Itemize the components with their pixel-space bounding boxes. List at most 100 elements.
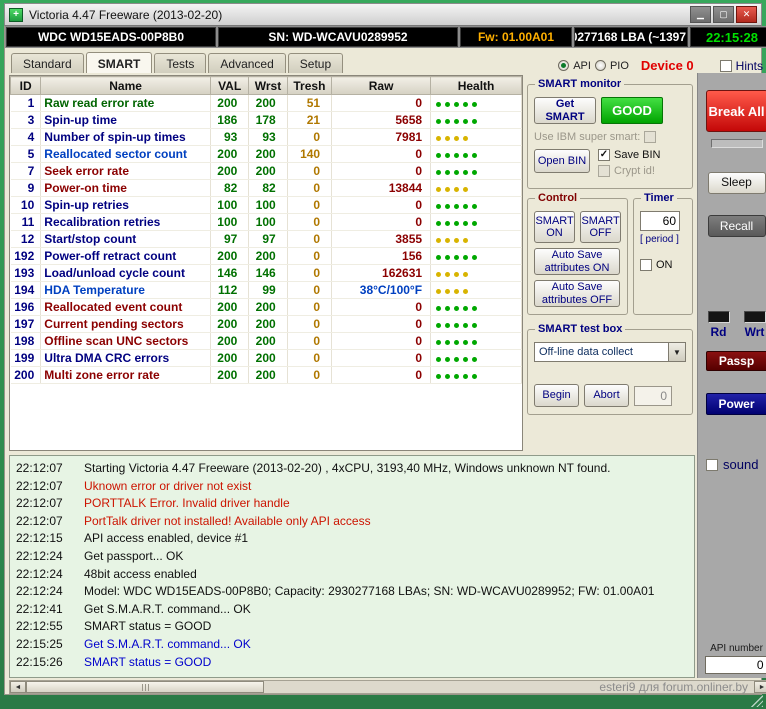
health-dot <box>454 255 460 260</box>
begin-test-button[interactable]: Begin <box>534 384 579 407</box>
log-time: 22:12:07 <box>16 478 63 493</box>
smart-test-box-label: SMART test box <box>535 323 626 335</box>
sleep-button[interactable]: Sleep <box>707 172 766 194</box>
log-text: PORTTALK Error. Invalid driver handle <box>84 496 290 511</box>
attr-id: 3 <box>10 111 42 129</box>
tab-advanced[interactable]: Advanced <box>208 53 286 73</box>
health-dot <box>472 323 478 328</box>
health-dot <box>436 238 442 243</box>
tab-standard[interactable]: Standard <box>11 53 84 73</box>
pio-radio[interactable] <box>594 60 606 71</box>
scrollbar-thumb[interactable] <box>26 681 264 693</box>
attr-id: 192 <box>10 247 42 265</box>
attr-val: 112 <box>210 281 250 299</box>
health-dot <box>463 323 469 328</box>
autosave-attributes-on-button[interactable]: Auto Save attributes ON <box>534 248 620 275</box>
attr-name: Power-off retract count <box>40 247 211 265</box>
attr-raw: 7981 <box>331 128 432 146</box>
health-dot <box>454 204 460 209</box>
open-bin-button[interactable]: Open BIN <box>534 149 590 173</box>
table-row[interactable]: 7 Seek error rate 200 200 0 0 <box>10 162 522 180</box>
smart-on-button[interactable]: SMART ON <box>534 211 575 243</box>
control-group-label: Control <box>535 192 581 204</box>
passport-button[interactable]: Passp <box>705 351 766 371</box>
minimize-button[interactable]: ▁ <box>690 6 711 23</box>
hints-checkbox[interactable] <box>719 60 732 72</box>
table-row[interactable]: 4 Number of spin-up times 93 93 0 7981 <box>10 128 522 146</box>
table-row[interactable]: 199 Ultra DMA CRC errors 200 200 0 0 <box>10 349 522 367</box>
close-button[interactable]: ✕ <box>736 6 757 23</box>
attr-id: 11 <box>10 213 42 231</box>
power-button[interactable]: Power <box>705 393 766 415</box>
health-dot <box>436 255 442 260</box>
title-bar[interactable]: + Victoria 4.47 Freeware (2013-02-20) ▁ … <box>4 3 762 26</box>
test-type-dropdown[interactable]: Off-line data collect ▼ <box>534 342 686 362</box>
health-dot <box>463 357 469 362</box>
tab-smart[interactable]: SMART <box>85 52 153 73</box>
smart-attributes-table: ID Name VAL Wrst Tresh Raw Health 1 Raw r… <box>9 75 523 451</box>
table-row[interactable]: 192 Power-off retract count 200 200 0 156 <box>10 247 522 265</box>
log-line: 22:12:07 Starting Victoria 4.47 Freeware … <box>12 460 692 478</box>
table-row[interactable]: 1 Raw read error rate 200 200 51 0 <box>10 94 522 112</box>
table-row[interactable]: 198 Offline scan UNC sectors 200 200 0 0 <box>10 332 522 350</box>
timer-on-checkbox[interactable] <box>640 259 652 271</box>
event-log: 22:12:07 Starting Victoria 4.47 Freeware … <box>9 455 695 678</box>
tab-bar: Standard SMART Tests Advanced Setup API … <box>5 48 766 73</box>
sound-checkbox[interactable] <box>706 458 718 471</box>
timer-period-input[interactable] <box>640 211 680 231</box>
recall-button[interactable]: Recall <box>707 215 766 237</box>
chevron-down-icon[interactable]: ▼ <box>668 343 685 361</box>
table-row[interactable]: 3 Spin-up time 186 178 21 5658 <box>10 111 522 129</box>
table-row[interactable]: 9 Power-on time 82 82 0 13844 <box>10 179 522 197</box>
health-dot <box>454 272 460 277</box>
table-row[interactable]: 196 Reallocated event count 200 200 0 0 <box>10 298 522 316</box>
api-radio[interactable] <box>558 60 570 71</box>
tab-tests[interactable]: Tests <box>154 53 207 73</box>
attr-val: 200 <box>210 349 250 367</box>
get-smart-button[interactable]: Get SMART <box>534 97 596 124</box>
smart-off-button[interactable]: SMART OFF <box>580 211 621 243</box>
attr-val: 200 <box>210 162 250 180</box>
table-row[interactable]: 12 Start/stop count 97 97 0 3855 <box>10 230 522 248</box>
attr-health <box>430 298 522 316</box>
table-row[interactable]: 200 Multi zone error rate 200 200 0 0 <box>10 366 522 384</box>
table-row[interactable]: 197 Current pending sectors 200 200 0 0 <box>10 315 522 333</box>
table-row[interactable]: 193 Load/unload cycle count 146 146 0 162631 <box>10 264 522 282</box>
health-dot <box>472 306 478 311</box>
table-row[interactable]: 11 Recalibration retries 100 100 0 0 <box>10 213 522 231</box>
attr-id: 4 <box>10 128 42 146</box>
table-row[interactable]: 5 Reallocated sector count 200 200 140 0 <box>10 145 522 163</box>
smart-monitor-group-label: SMART monitor <box>535 78 625 90</box>
attr-val: 200 <box>210 366 250 384</box>
abort-test-button[interactable]: Abort <box>584 384 629 407</box>
attr-raw: 0 <box>331 315 432 333</box>
horizontal-scrollbar[interactable]: ◄ esteri9 для forum.onliner.by ► <box>9 680 766 694</box>
log-line: 22:15:25 Get S.M.A.R.T. command... OK <box>12 636 692 654</box>
health-dot <box>436 374 442 379</box>
api-number-field[interactable] <box>704 656 766 674</box>
attr-val: 200 <box>210 298 250 316</box>
log-time: 22:12:15 <box>16 531 63 546</box>
health-dot <box>445 357 451 362</box>
attr-id: 12 <box>10 230 42 248</box>
attr-tresh: 0 <box>287 349 333 367</box>
attr-name: HDA Temperature <box>40 281 211 299</box>
attr-id: 197 <box>10 315 42 333</box>
save-bin-checkbox[interactable] <box>598 149 610 161</box>
break-all-button[interactable]: Break All <box>705 90 766 132</box>
table-row[interactable]: 194 HDA Temperature 112 99 0 38°C/100°F <box>10 281 522 299</box>
table-row[interactable]: 10 Spin-up retries 100 100 0 0 <box>10 196 522 214</box>
maximize-button[interactable]: ▢ <box>713 6 734 23</box>
smart-test-box-group: SMART test box Off-line data collect ▼ B… <box>527 323 693 415</box>
scrollbar-track[interactable]: esteri9 для forum.onliner.by <box>264 680 754 694</box>
scroll-right-arrow-icon[interactable]: ► <box>754 681 766 693</box>
tab-setup[interactable]: Setup <box>287 53 344 73</box>
attr-health <box>430 366 522 384</box>
window-title: Victoria 4.47 Freeware (2013-02-20) <box>29 7 223 22</box>
autosave-attributes-off-button[interactable]: Auto Save attributes OFF <box>534 280 620 307</box>
attr-tresh: 0 <box>287 315 333 333</box>
attr-id: 200 <box>10 366 42 384</box>
scroll-left-arrow-icon[interactable]: ◄ <box>10 681 26 693</box>
attr-tresh: 0 <box>287 332 333 350</box>
resize-grip[interactable] <box>751 695 763 707</box>
